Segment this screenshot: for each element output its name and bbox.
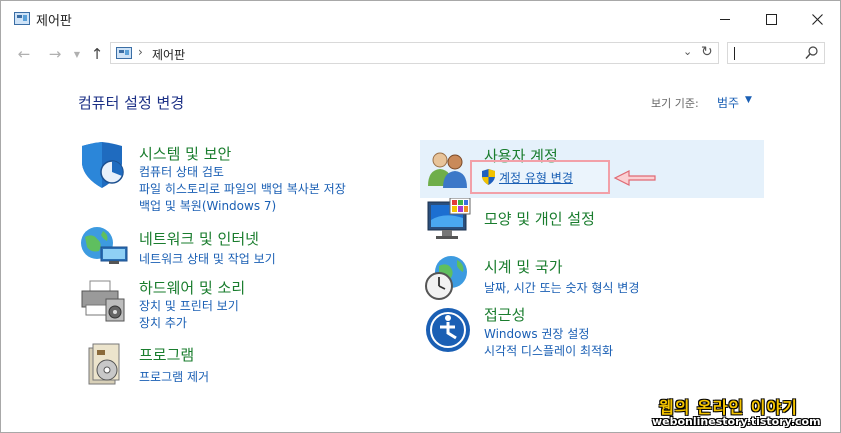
accessibility-icon[interactable] [425,307,471,353]
category-title-hardware-sound[interactable]: 하드웨어 및 소리 [139,277,245,298]
search-icon[interactable] [805,46,818,60]
programs-icon[interactable] [85,342,125,388]
up-button[interactable]: ↑ [87,44,107,64]
link-view-network-status[interactable]: 네트워크 상태 및 작업 보기 [139,250,276,267]
control-panel-icon [116,47,132,59]
link-add-device[interactable]: 장치 추가 [139,314,187,331]
link-change-date-time-format[interactable]: 날짜, 시간 또는 숫자 형식 변경 [484,279,639,296]
category-title-programs[interactable]: 프로그램 [139,344,194,365]
text-caret [734,47,735,60]
address-bar[interactable]: › 제어판 ⌄ ↻ [110,42,719,64]
link-windows-recommended-settings[interactable]: Windows 권장 설정 [484,325,589,342]
chevron-down-icon: ▼ [73,49,81,59]
page-title: 컴퓨터 설정 변경 [78,94,185,112]
refresh-button[interactable]: ↻ [701,44,713,60]
category-title-appearance-personalization[interactable]: 모양 및 개인 설정 [484,208,595,229]
maximize-button[interactable] [748,1,794,37]
minimize-button[interactable] [702,1,748,37]
maximize-icon [765,13,777,25]
monitor-icon[interactable] [426,198,472,242]
shield-icon[interactable] [78,142,128,188]
link-uninstall-program[interactable]: 프로그램 제거 [139,368,209,385]
window-title: 제어판 [36,14,72,29]
printer-icon[interactable] [80,279,128,323]
recent-locations-button[interactable]: ▼ [67,44,87,64]
control-panel-window: 제어판 ← → ▼ ↑ › 제어판 ⌄ ↻ 컴퓨터 설정 변경 보기 기준: 범… [0,0,841,433]
category-title-system-security[interactable]: 시스템 및 보안 [139,143,231,164]
address-dropdown-button[interactable]: ⌄ [683,45,692,58]
forward-button[interactable]: → [45,44,65,64]
view-by-label: 보기 기준: [651,97,699,110]
link-file-history-backup[interactable]: 파일 히스토리로 파일의 백업 복사본 저장 [139,180,346,197]
control-panel-icon [14,12,30,25]
link-review-computer-status[interactable]: 컴퓨터 상태 검토 [139,163,224,180]
link-optimize-visual-display[interactable]: 시각적 디스플레이 최적화 [484,342,613,359]
arrow-left-icon: ← [17,45,31,63]
close-icon [811,13,823,25]
watermark-url: webonlinestory.tistory.com [652,415,821,428]
back-button[interactable]: ← [14,44,34,64]
category-title-ease-of-access[interactable]: 접근성 [484,304,525,325]
chevron-down-icon: ⌄ [683,45,693,58]
network-icon[interactable] [79,225,131,267]
link-change-account-type[interactable]: 계정 유형 변경 [499,169,573,186]
breadcrumb-separator[interactable]: › [138,45,143,59]
minimize-icon [720,18,730,20]
watermark: 웹의 온라인 이야기 webonlinestory.tistory.com [652,394,828,430]
view-by-dropdown[interactable]: 범주 [717,94,739,111]
title-bar[interactable]: 제어판 [1,1,840,37]
breadcrumb-control-panel[interactable]: 제어판 [152,46,185,63]
link-view-devices-printers[interactable]: 장치 및 프린터 보기 [139,297,239,314]
arrow-up-icon: ↑ [90,45,104,63]
category-title-clock-region[interactable]: 시계 및 국가 [484,256,563,277]
close-button[interactable] [794,1,840,37]
clock-globe-icon[interactable] [423,254,471,302]
link-backup-restore[interactable]: 백업 및 복원(Windows 7) [139,197,276,214]
uac-shield-icon [482,169,495,185]
category-title-network-internet[interactable]: 네트워크 및 인터넷 [139,228,259,249]
search-input[interactable] [727,42,825,64]
refresh-icon: ↻ [701,44,713,60]
red-arrow-annotation-icon [613,170,656,186]
chevron-down-icon[interactable]: ▼ [745,95,752,105]
users-icon[interactable] [426,150,470,188]
arrow-right-icon: → [48,45,62,63]
